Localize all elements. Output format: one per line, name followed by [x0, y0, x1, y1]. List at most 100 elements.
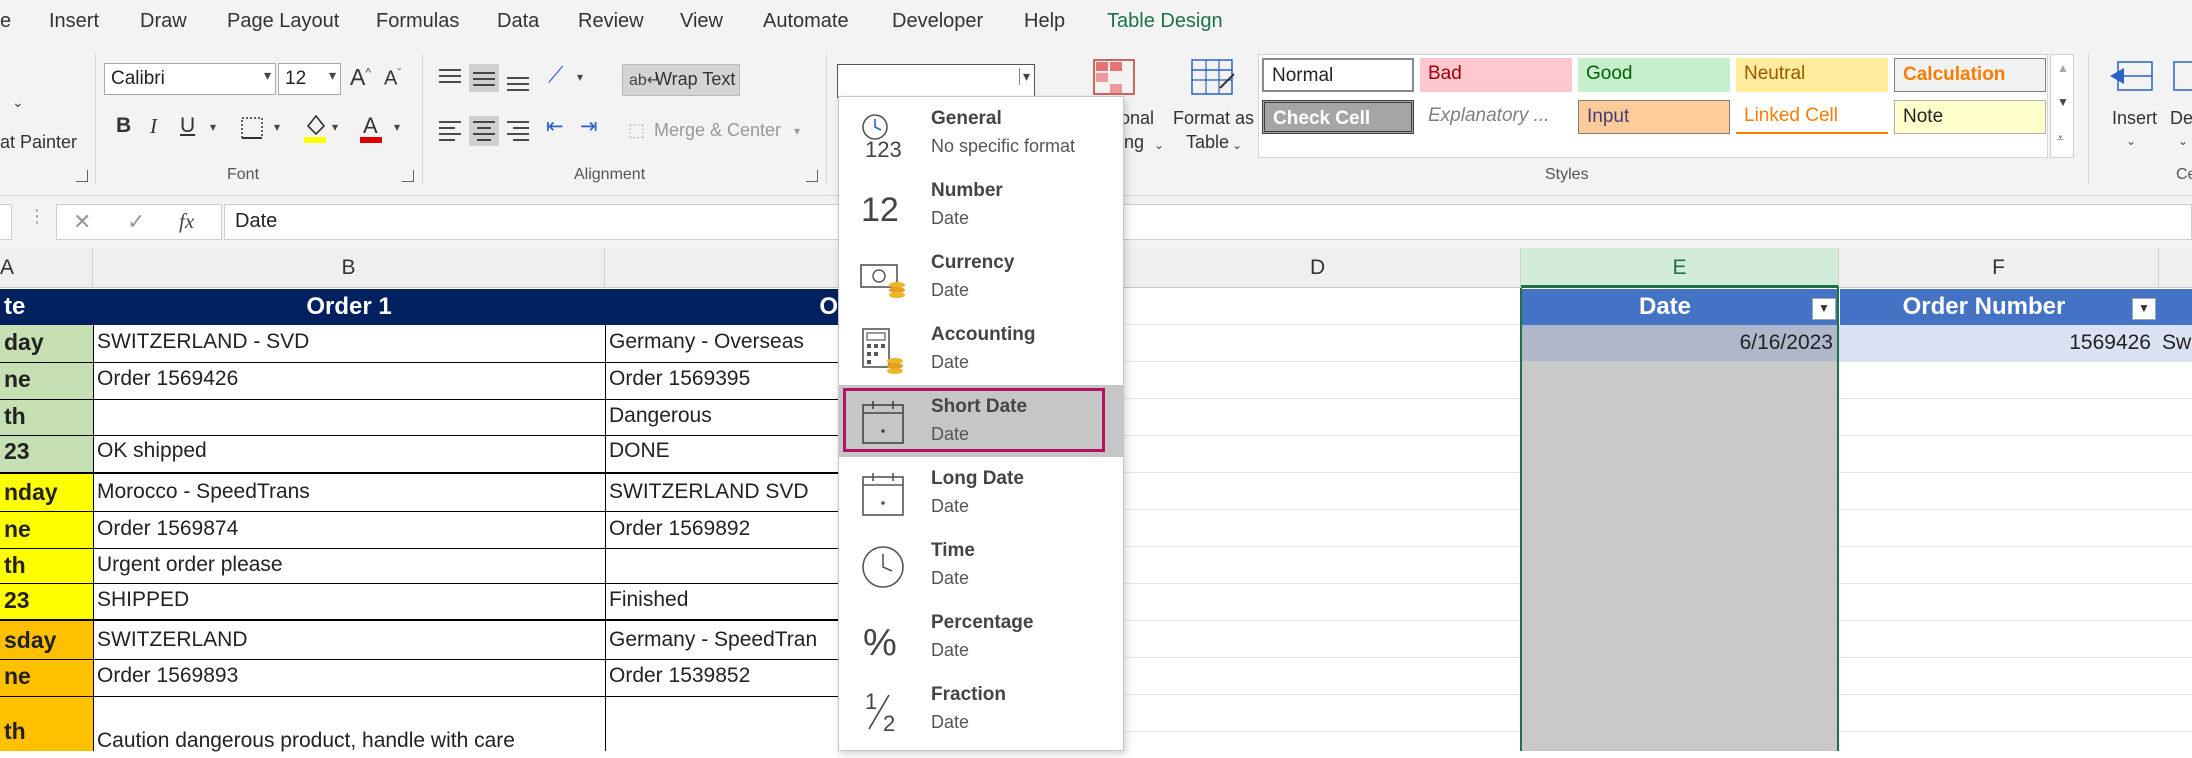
cell-c3[interactable]: Order 1569395: [605, 362, 838, 396]
delete-cells-button[interactable]: De: [2170, 108, 2192, 129]
column-header-a[interactable]: A: [0, 248, 93, 288]
cell-a4[interactable]: th: [0, 399, 93, 433]
delete-cells-icon[interactable]: [2172, 58, 2192, 98]
header-cell-a[interactable]: te: [0, 290, 93, 324]
tab-automate[interactable]: Automate: [763, 10, 849, 33]
format-option-short-date[interactable]: Short Date Date: [839, 385, 1123, 457]
cell-c4[interactable]: Dangerous: [605, 399, 838, 433]
tab-view[interactable]: View: [680, 10, 723, 33]
tab-table-design[interactable]: Table Design: [1107, 10, 1223, 33]
filter-dropdown-button[interactable]: ▼: [1812, 298, 1836, 320]
chevron-down-icon[interactable]: ⌄: [1232, 138, 1242, 152]
format-painter-button[interactable]: at Painter: [0, 132, 77, 153]
wrap-text-button[interactable]: ab↵ Wrap Text: [622, 64, 740, 96]
cell-c9[interactable]: Finished: [605, 583, 838, 617]
insert-function-button[interactable]: fx: [179, 209, 194, 234]
tab-home[interactable]: e: [0, 10, 11, 33]
column-header-g[interactable]: [2159, 248, 2192, 288]
cell-b7[interactable]: Order 1569874: [93, 512, 605, 546]
number-format-combo[interactable]: ▾: [837, 64, 1035, 98]
cell-g2[interactable]: Sw: [2158, 326, 2192, 360]
cell-b9[interactable]: SHIPPED: [93, 583, 605, 617]
chevron-down-icon[interactable]: ⌄: [2178, 134, 2188, 148]
more-styles-icon[interactable]: ⩡: [2057, 131, 2064, 146]
tab-help[interactable]: Help: [1024, 10, 1065, 33]
header-cell-b[interactable]: Order 1: [93, 290, 605, 324]
cell-c7[interactable]: Order 1569892: [605, 512, 838, 546]
orientation-icon[interactable]: ⟋: [548, 62, 563, 88]
decrease-indent-icon[interactable]: ⇤: [546, 114, 564, 139]
cell-b10[interactable]: SWITZERLAND: [93, 623, 605, 657]
clipboard-launcher-icon[interactable]: [76, 170, 88, 182]
header-order-number[interactable]: Order Number: [1839, 290, 2129, 324]
cell-c10[interactable]: Germany - SpeedTran: [605, 623, 838, 657]
format-option-time[interactable]: Time Date: [839, 529, 1123, 601]
cell-c6[interactable]: SWITZERLAND SVD: [605, 475, 838, 509]
cell-b6[interactable]: Morocco - SpeedTrans: [93, 475, 605, 509]
styles-scroll[interactable]: ▲ ▼ ⩡: [2050, 54, 2074, 158]
format-option-number[interactable]: 12 Number Date: [839, 169, 1123, 241]
column-header-e[interactable]: E: [1521, 248, 1839, 288]
format-option-general[interactable]: 123 General No specific format: [839, 97, 1123, 169]
fill-color-icon[interactable]: [302, 112, 328, 144]
underline-button[interactable]: U: [180, 114, 195, 138]
font-name-combo[interactable]: Calibri ▾: [104, 63, 276, 95]
style-good[interactable]: Good: [1578, 58, 1730, 92]
cell-a5[interactable]: 23: [0, 434, 93, 468]
increase-indent-icon[interactable]: ⇥: [580, 114, 598, 139]
cell-a3[interactable]: ne: [0, 362, 93, 396]
style-linked-cell[interactable]: Linked Cell: [1736, 100, 1888, 134]
cell-a7[interactable]: ne: [0, 512, 93, 546]
cancel-icon[interactable]: ✕: [73, 209, 91, 235]
chevron-down-icon[interactable]: ▾: [394, 120, 400, 134]
format-option-percentage[interactable]: % Percentage Date: [839, 601, 1123, 673]
chevron-up-icon[interactable]: ▲: [2057, 61, 2069, 75]
formula-input[interactable]: Date: [224, 204, 2192, 240]
chevron-down-icon[interactable]: ▾: [577, 70, 583, 84]
tab-data[interactable]: Data: [497, 10, 539, 33]
format-option-fraction[interactable]: 1 2 Fraction Date: [839, 673, 1123, 745]
italic-button[interactable]: I: [150, 114, 157, 139]
cell-b12[interactable]: Caution dangerous product, handle with c…: [93, 724, 605, 758]
format-option-accounting[interactable]: Accounting Date: [839, 313, 1123, 385]
style-explanatory[interactable]: Explanatory ...: [1420, 100, 1572, 134]
conditional-formatting-icon[interactable]: [1092, 58, 1136, 98]
cell-f2[interactable]: 1569426: [1839, 326, 2157, 360]
format-option-currency[interactable]: Currency Date: [839, 241, 1123, 313]
chevron-down-icon[interactable]: ▾: [210, 120, 216, 134]
font-color-icon[interactable]: A: [358, 112, 384, 144]
tab-draw[interactable]: Draw: [140, 10, 187, 33]
cell-a9[interactable]: 23: [0, 583, 93, 617]
format-option-long-date[interactable]: Long Date Date: [839, 457, 1123, 529]
cell-b5[interactable]: OK shipped: [93, 434, 605, 468]
format-as-table-line1[interactable]: Format as: [1173, 108, 1254, 129]
tab-page-layout[interactable]: Page Layout: [227, 10, 339, 33]
chevron-down-icon[interactable]: ⌄: [1154, 138, 1164, 152]
style-normal[interactable]: Normal: [1262, 58, 1414, 92]
style-neutral[interactable]: Neutral: [1736, 58, 1888, 92]
style-input[interactable]: Input: [1578, 100, 1730, 134]
cell-b2[interactable]: SWITZERLAND - SVD: [93, 325, 605, 359]
style-bad[interactable]: Bad: [1420, 58, 1572, 92]
tab-insert[interactable]: Insert: [49, 10, 99, 33]
chevron-down-icon[interactable]: ⌄: [2126, 134, 2136, 148]
format-as-table-line2[interactable]: Table: [1186, 132, 1229, 153]
format-as-table-icon[interactable]: [1190, 58, 1236, 98]
chevron-down-icon[interactable]: ▾: [274, 120, 280, 134]
insert-cells-button[interactable]: Insert: [2112, 108, 2157, 129]
cell-c2[interactable]: Germany - Overseas: [605, 325, 838, 359]
cell-c5[interactable]: DONE: [605, 434, 838, 468]
tab-review[interactable]: Review: [578, 10, 644, 33]
cell-c11[interactable]: Order 1539852: [605, 659, 838, 693]
font-size-combo[interactable]: 12 ▾: [278, 63, 341, 95]
cell-e2[interactable]: 6/16/2023: [1521, 326, 1839, 360]
font-launcher-icon[interactable]: [402, 170, 414, 182]
merge-center-button[interactable]: ⬚ Merge & Center ▾: [622, 116, 812, 148]
cell-b3[interactable]: Order 1569426: [93, 362, 605, 396]
cell-a12[interactable]: th: [0, 714, 93, 748]
chevron-down-icon[interactable]: ▼: [2057, 95, 2069, 109]
header-date[interactable]: Date: [1521, 290, 1809, 324]
cell-a2[interactable]: day: [0, 325, 93, 359]
shrink-font-button[interactable]: Aˇ: [384, 66, 401, 91]
insert-cells-icon[interactable]: [2110, 58, 2156, 98]
